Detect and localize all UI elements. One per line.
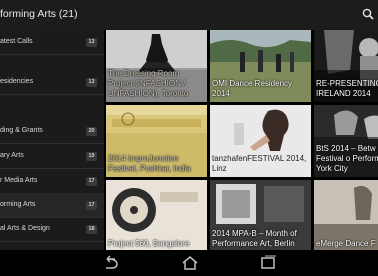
sidebar-item-label: r Media Arts — [0, 177, 38, 184]
sidebar-item-label: esidencies — [0, 78, 34, 85]
count-badge: 20 — [86, 127, 97, 136]
sidebar-item-performing-arts[interactable]: orming Arts 17 — [0, 193, 104, 218]
tile-caption: eMerge Dance F — [316, 239, 376, 248]
system-navbar — [0, 250, 378, 276]
search-icon[interactable] — [362, 8, 374, 20]
count-badge: 17 — [86, 201, 97, 210]
count-badge: 17 — [86, 177, 97, 186]
count-badge: 19 — [86, 152, 97, 161]
tile-caption: tanzhafenFESTIVAL 2014, Linz — [212, 154, 307, 173]
tile-caption: RE-PRESENTING IRELAND 2014 — [316, 79, 378, 98]
sidebar-item-visual-arts-design[interactable]: al Arts & Design 18 — [0, 217, 104, 242]
back-icon[interactable] — [101, 255, 121, 271]
grid-tile-mpa-b[interactable]: 2014 MPA-B – Month of Performance Art, B… — [210, 180, 311, 250]
grid-tile-dressing-room[interactable]: The Dressing Room Project (INFASHION / U… — [106, 30, 207, 102]
sidebar-item-label: atest Calls — [0, 38, 33, 45]
tile-caption: Project 560, Bangalore — [108, 239, 190, 248]
grid-tile-improjunction[interactable]: 2014 ImproJunction Festival, Pushkar, In… — [106, 105, 207, 177]
recents-icon[interactable] — [258, 255, 278, 271]
grid-tile-bts-2014[interactable]: BtS 2014 – Betw Seas Festival o Performa… — [314, 105, 378, 177]
sidebar-item-literary-arts[interactable]: ary Arts 19 — [0, 144, 104, 169]
sidebar-item-label: ding & Grants — [0, 127, 43, 134]
sidebar-item-label: ary Arts — [0, 152, 24, 159]
count-badge: 13 — [86, 78, 97, 87]
tile-caption: BtS 2014 – Betw Seas Festival o Performa… — [316, 144, 378, 173]
home-icon[interactable] — [180, 255, 200, 271]
tile-caption: 2014 ImproJunction Festival, Pushkar, In… — [108, 154, 191, 173]
grid-tile-project-560[interactable]: Project 560, Bangalore — [106, 180, 207, 250]
sidebar-item-media-arts[interactable]: r Media Arts 17 — [0, 169, 104, 194]
sidebar: atest Calls 13 esidencies 13 ding & Gran… — [0, 30, 104, 250]
sidebar-item-label: orming Arts — [0, 201, 36, 208]
opportunity-grid: The Dressing Room Project (INFASHION / U… — [106, 30, 378, 250]
sidebar-item-residencies[interactable]: esidencies 13 — [0, 70, 104, 95]
sidebar-item-latest-calls[interactable]: atest Calls 13 — [0, 30, 104, 55]
grid-tile-tanzhafen[interactable]: tanzhafenFESTIVAL 2014, Linz — [210, 105, 311, 177]
grid-tile-emerge-dance[interactable]: eMerge Dance F — [314, 180, 378, 250]
sidebar-item-funding-grants[interactable]: ding & Grants 20 — [0, 119, 104, 144]
tile-caption: 2014 MPA-B – Month of Performance Art, B… — [212, 229, 297, 248]
sidebar-item-label: al Arts & Design — [0, 225, 50, 232]
grid-tile-omi-dance[interactable]: OMI Dance Residency 2014 — [210, 30, 311, 102]
tile-caption: OMI Dance Residency 2014 — [212, 79, 293, 98]
grid-tile-re-presenting-ireland[interactable]: RE-PRESENTING IRELAND 2014 — [314, 30, 378, 102]
count-badge: 13 — [86, 38, 97, 47]
action-bar: forming Arts (21) — [0, 0, 378, 30]
page-title: forming Arts (21) — [0, 8, 78, 20]
tile-caption: The Dressing Room Project (INFASHION / U… — [108, 69, 189, 98]
count-badge: 18 — [86, 225, 97, 234]
